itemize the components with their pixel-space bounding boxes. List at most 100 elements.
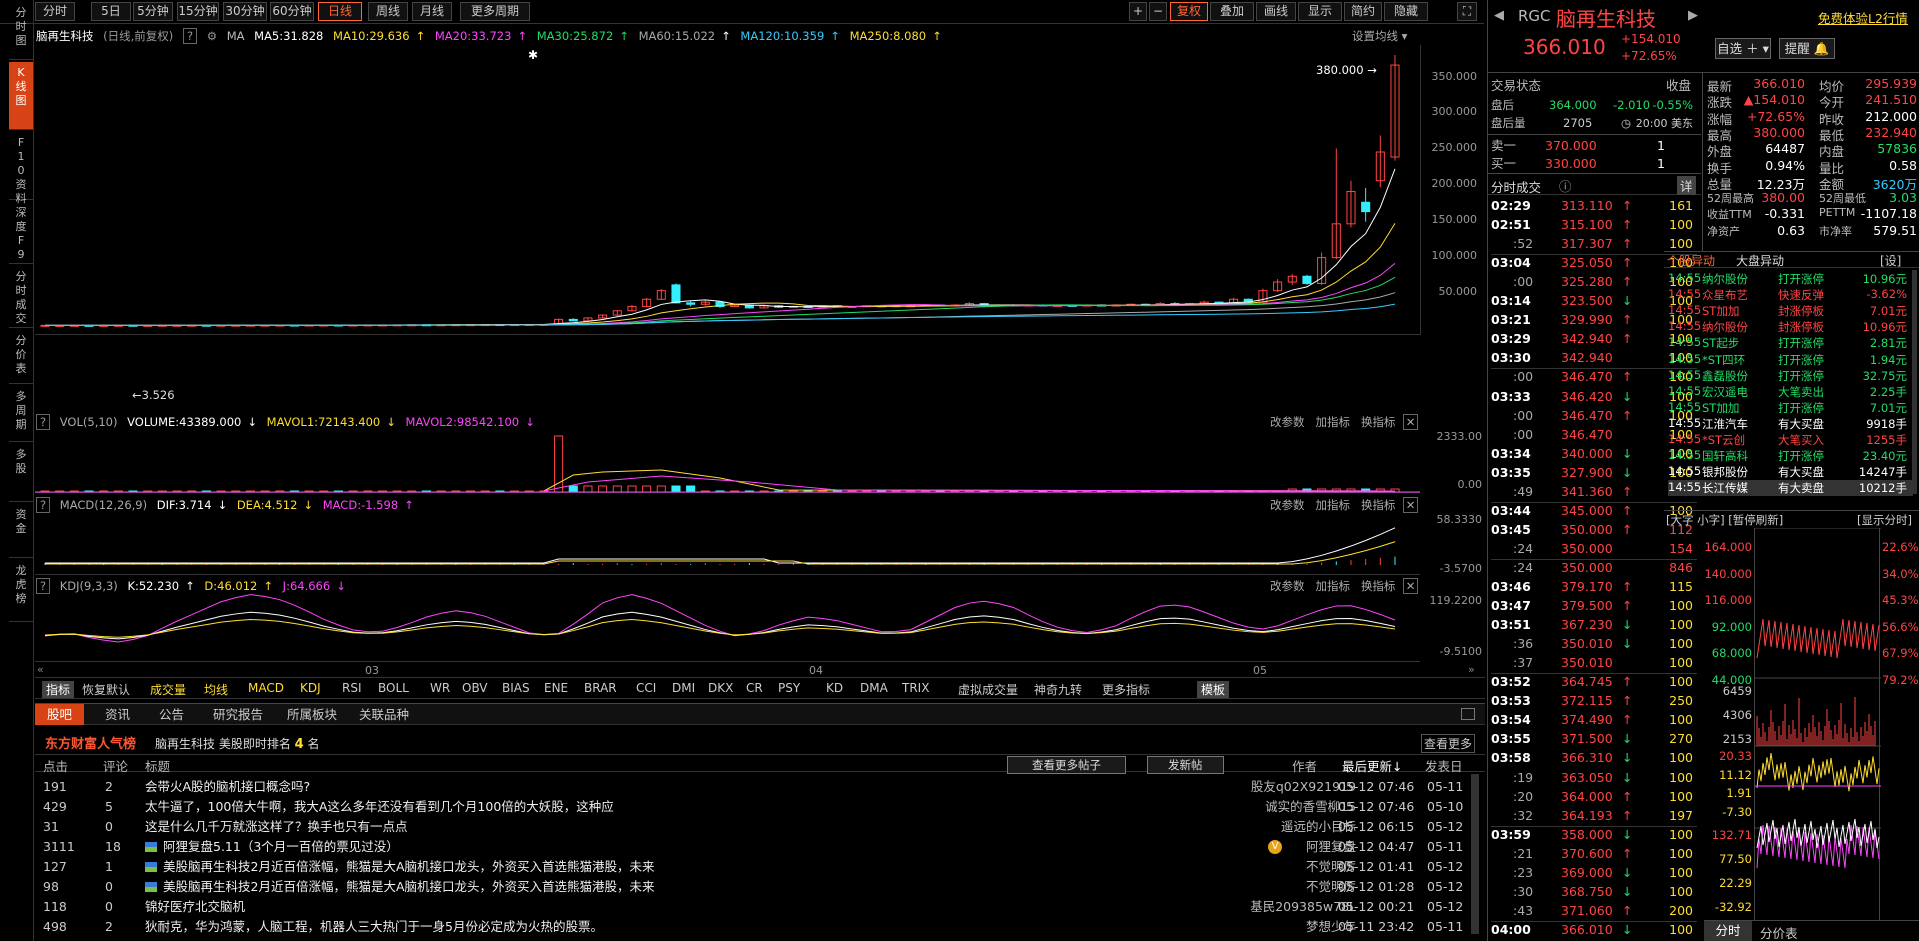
indicator-tab-23[interactable]: 更多指标: [1102, 681, 1150, 698]
anomaly-row[interactable]: 14:55 ST加加 打开涨停 7.01元: [1668, 400, 1913, 416]
kdj-close-icon[interactable]: ✕: [1402, 578, 1419, 594]
zoom-in-button[interactable]: +: [1129, 2, 1147, 21]
macd-help-icon[interactable]: ?: [36, 497, 51, 513]
display-button-2[interactable]: 画线: [1256, 2, 1296, 21]
anomaly-stock[interactable]: *ST四环: [1702, 352, 1745, 368]
news-row[interactable]: 498 2 狄耐克，华为鸿蒙，人脑工程，机器人三大热门于一身5月份必定成为火热的股票…: [35, 917, 1471, 937]
side-tab-5[interactable]: 分价表: [9, 330, 33, 384]
tab-price-table[interactable]: 分价表: [1760, 923, 1798, 941]
news-row[interactable]: 3111 18 阿狸复盘5.11（3个月一百倍的票见过没） 阿狸复盘 V 05-12 04…: [35, 837, 1471, 857]
trades-detail-button[interactable]: 详: [1677, 176, 1696, 195]
news-row[interactable]: 31 0 这是什么几千万就涨这样了？换手也只有一点点 遥远的小目标 05-12 06:1…: [35, 817, 1471, 837]
indicator-tab-15[interactable]: DKX: [708, 681, 733, 695]
anomaly-stock[interactable]: 纳尔股份: [1702, 271, 1748, 287]
help-icon[interactable]: ?: [182, 28, 198, 44]
indicator-tab-17[interactable]: PSY: [778, 681, 800, 695]
indicator-tab-20[interactable]: TRIX: [902, 681, 929, 695]
new-post-button[interactable]: 发新帖: [1147, 756, 1224, 774]
news-title-link[interactable]: 锦好医疗北交脑机: [145, 897, 245, 917]
period-button-0[interactable]: 分时: [35, 2, 75, 21]
col-updated[interactable]: 最后更新↓: [1342, 756, 1403, 775]
anomaly-stock[interactable]: ST加加: [1702, 400, 1739, 416]
anomaly-row[interactable]: 14:55 银邦股份 有大买盘 14247手: [1668, 464, 1913, 480]
tab-stock-anomaly[interactable]: 个股异动: [1667, 252, 1715, 269]
display-button-0[interactable]: 复权: [1170, 2, 1208, 21]
indicator-tab-14[interactable]: DMI: [672, 681, 695, 695]
news-tab-4[interactable]: 所属板块: [275, 704, 349, 725]
indicator-tab-2[interactable]: 成交量: [150, 681, 186, 698]
vol-close-icon[interactable]: ✕: [1402, 414, 1419, 430]
indicator-tab-7[interactable]: BOLL: [378, 681, 409, 695]
indicator-tab-24[interactable]: 模板: [1197, 681, 1230, 698]
tab-market-anomaly[interactable]: 大盘异动: [1736, 252, 1784, 269]
news-author[interactable]: 不觉明厉: [1156, 877, 1356, 897]
anomaly-stock[interactable]: 国轩高科: [1702, 448, 1748, 464]
news-tab-0[interactable]: 股吧: [35, 704, 85, 725]
indicator-tab-11[interactable]: ENE: [544, 681, 568, 695]
period-button-8[interactable]: 月线: [412, 2, 452, 21]
news-author[interactable]: 基民209385w78L: [1156, 897, 1356, 917]
news-row[interactable]: 429 5 太牛逼了，100倍大牛啊，我大A这么多年还没有看到几个月100倍的大妖股…: [35, 797, 1471, 817]
period-button-7[interactable]: 周线: [368, 2, 408, 21]
news-author[interactable]: 不觉明厉: [1156, 857, 1356, 877]
side-tab-7[interactable]: 多股: [9, 444, 33, 502]
indicator-tab-3[interactable]: 均线: [204, 681, 228, 698]
period-button-1[interactable]: 5日: [91, 2, 131, 21]
period-button-5[interactable]: 60分钟: [270, 2, 314, 21]
tab-timeline[interactable]: 分时: [1704, 921, 1752, 941]
anomaly-row[interactable]: 14:55 *ST四环 打开涨停 1.94元: [1668, 352, 1913, 368]
period-button-4[interactable]: 30分钟: [223, 2, 267, 21]
news-row[interactable]: 127 1 美股脑再生科技2月近百倍涨幅，熊猫是大A脑机接口龙头，外资买入首选熊猫港…: [35, 857, 1471, 877]
indicator-tab-9[interactable]: OBV: [462, 681, 488, 695]
scroll-right-icon[interactable]: »: [1468, 663, 1475, 676]
indicator-tab-6[interactable]: RSI: [342, 681, 362, 695]
indicator-tab-0[interactable]: 指标: [42, 681, 75, 698]
macd-change-indicator-button[interactable]: 换指标: [1361, 498, 1396, 512]
anomaly-scrollbar[interactable]: [1912, 270, 1917, 494]
news-row[interactable]: 191 2 会带火A股的脑机接口概念吗? 股友q02X921919 05-12 07:4…: [35, 777, 1471, 797]
indicator-tab-16[interactable]: CR: [746, 681, 763, 695]
macd-add-indicator-button[interactable]: 加指标: [1315, 498, 1350, 512]
anomaly-stock[interactable]: 江淮汽车: [1702, 416, 1748, 432]
collapse-icon[interactable]: [1461, 708, 1475, 720]
anomaly-stock[interactable]: 银邦股份: [1702, 464, 1748, 480]
view-more-posts-button[interactable]: 查看更多帖子: [1007, 756, 1126, 774]
indicator-tab-22[interactable]: 神奇九转: [1034, 681, 1082, 698]
anomaly-row[interactable]: 14:55 鑫磊股份 打开涨停 32.75元: [1668, 368, 1913, 384]
anomaly-row[interactable]: 14:55 ST起步 打开涨停 2.81元: [1668, 335, 1913, 351]
indicator-tab-18[interactable]: KD: [826, 681, 843, 695]
view-more-link[interactable]: 查看更多: [1421, 734, 1476, 753]
news-tab-5[interactable]: 关联品种: [347, 704, 421, 725]
indicator-tab-13[interactable]: CCI: [636, 681, 656, 695]
anomaly-row[interactable]: 14:55 纳尔股份 封涨停板 10.96元: [1668, 319, 1913, 335]
kdj-add-indicator-button[interactable]: 加指标: [1315, 579, 1350, 593]
anomaly-row[interactable]: 14:55 江淮汽车 有大买盘 9918手: [1668, 416, 1913, 432]
display-button-3[interactable]: 显示: [1298, 2, 1342, 21]
news-title-link[interactable]: 这是什么几千万就涨这样了？换手也只有一点点: [145, 817, 408, 837]
alert-button[interactable]: 提醒 🔔: [1779, 38, 1835, 59]
side-tab-8[interactable]: 资金: [9, 504, 33, 558]
period-button-3[interactable]: 15分钟: [177, 2, 219, 21]
period-button-9[interactable]: 更多周期: [460, 2, 530, 21]
vol-help-icon[interactable]: ?: [36, 414, 51, 430]
news-author[interactable]: 阿狸复盘: [1156, 837, 1356, 857]
macd-params-button[interactable]: 改参数: [1270, 498, 1305, 512]
anomaly-row[interactable]: 14:55 国轩高科 打开涨停 23.40元: [1668, 448, 1913, 464]
anomaly-stock[interactable]: 鑫磊股份: [1702, 368, 1748, 384]
side-tab-1[interactable]: K线图: [9, 62, 33, 130]
indicator-tab-5[interactable]: KDJ: [300, 681, 321, 695]
side-tab-3[interactable]: 深度F9: [9, 202, 33, 264]
news-row[interactable]: 118 0 锦好医疗北交脑机 基民209385w78L 05-12 00:21 05-12: [35, 897, 1471, 917]
period-button-6[interactable]: 日线: [318, 2, 362, 21]
quote-next-icon[interactable]: ▶: [1688, 8, 1698, 23]
l2-promo-link[interactable]: 免费体验L2行情: [1818, 8, 1908, 27]
news-title-link[interactable]: 狄耐克，华为鸿蒙，人脑工程，机器人三大热门于一身5月份必定成为火热的股票。: [145, 917, 603, 937]
news-title-link[interactable]: 阿狸复盘5.11（3个月一百倍的票见过没）: [163, 837, 399, 857]
kdj-change-indicator-button[interactable]: 换指标: [1361, 579, 1396, 593]
anomaly-stock[interactable]: 宏汉遥电: [1702, 384, 1748, 400]
news-tab-2[interactable]: 公告: [147, 704, 196, 725]
watchlist-button[interactable]: 自选 ＋ ▾: [1715, 38, 1771, 59]
side-tab-0[interactable]: 分时图: [9, 2, 33, 60]
show-timeline-button[interactable]: [显示分时]: [1857, 512, 1912, 528]
anomaly-stock[interactable]: 纳尔股份: [1702, 319, 1748, 335]
